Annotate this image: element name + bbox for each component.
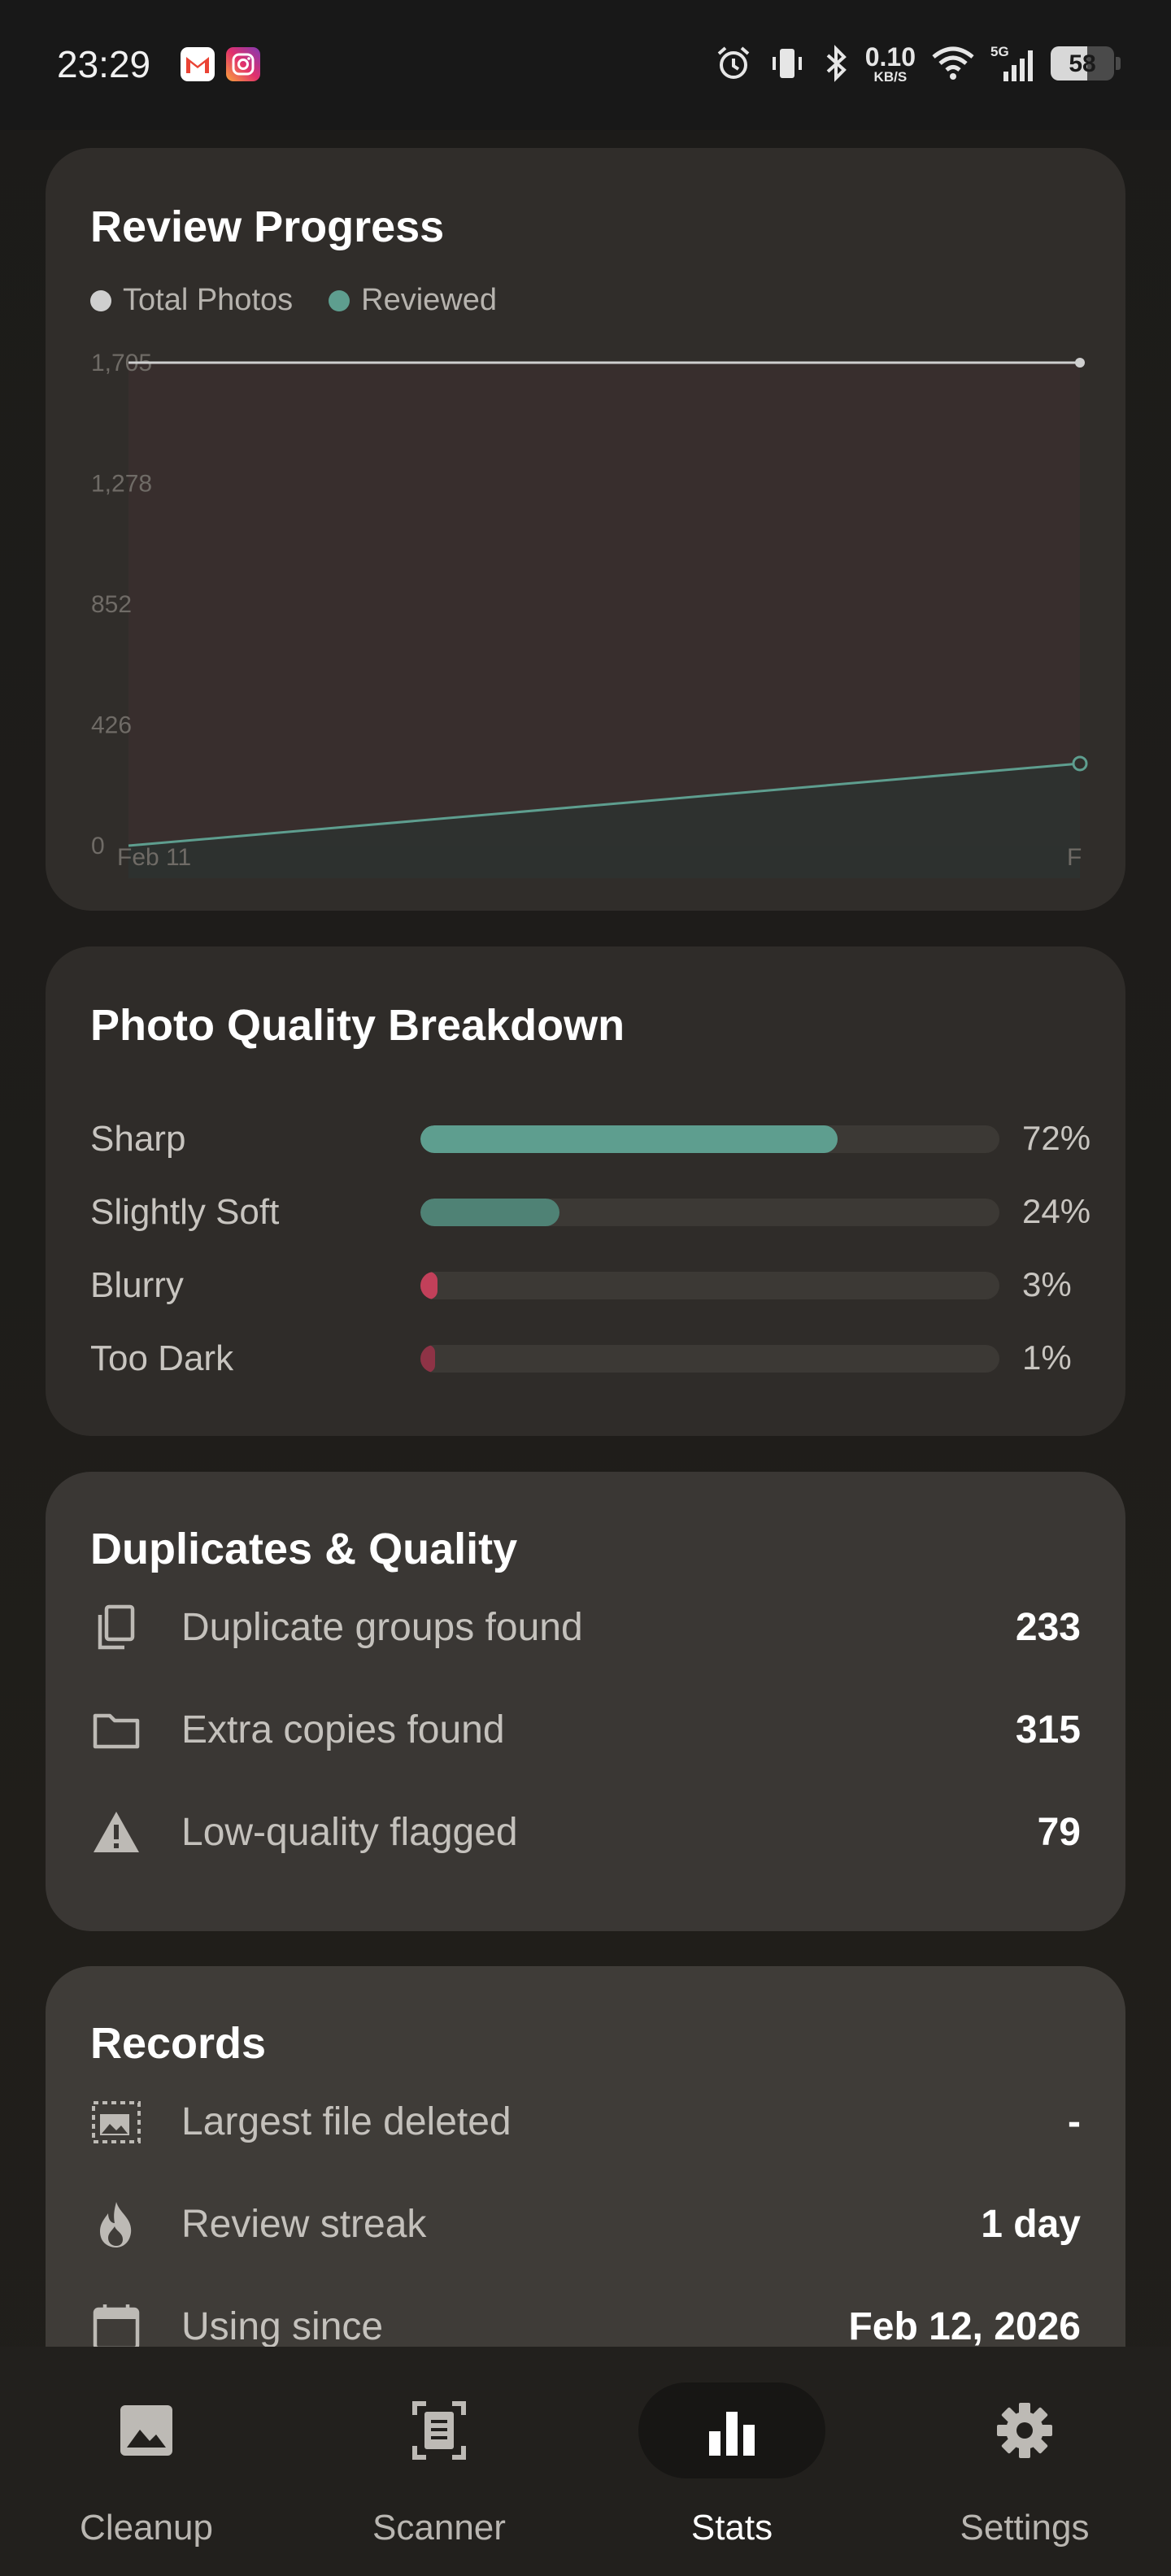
duplicates-card: Duplicates & Quality Duplicate groups fo…: [46, 1472, 1125, 1931]
nav-item-scanner[interactable]: Scanner: [293, 2347, 586, 2576]
quality-bar-track: [420, 1125, 999, 1153]
review-progress-chart: 1,7051,2788524260 Feb 11 F: [91, 350, 1088, 878]
y-tick-label: 426: [91, 712, 132, 739]
quality-bar-fill: [420, 1345, 435, 1373]
net-speed: 0.10 KB/S: [865, 44, 916, 84]
net-speed-unit: KB/S: [873, 68, 908, 85]
quality-label: Sharp: [90, 1119, 186, 1159]
wifi-icon: [932, 46, 974, 80]
stat-value: -: [1068, 2100, 1081, 2143]
gmail-icon: [181, 47, 215, 81]
image-frame-icon: [92, 2101, 141, 2143]
stat-label: Low-quality flagged: [181, 1811, 518, 1854]
quality-row-slightly-soft: Slightly Soft 24%: [90, 1186, 1090, 1234]
quality-bar-fill: [420, 1199, 559, 1226]
instagram-icon: [226, 47, 260, 81]
y-tick-label: 852: [91, 591, 132, 618]
nav-item-cleanup[interactable]: Cleanup: [0, 2347, 293, 2576]
stat-value: 233: [1015, 1606, 1081, 1649]
alarm-icon: [717, 46, 750, 79]
bottom-navigation: Cleanup Scanner Stats Settings: [0, 2347, 1171, 2576]
stat-value: 315: [1015, 1708, 1081, 1751]
quality-bar-fill: [420, 1272, 438, 1299]
stat-row-extra-copies[interactable]: Extra copies found 315: [90, 1696, 1081, 1761]
quality-row-too-dark: Too Dark 1%: [90, 1332, 1090, 1381]
quality-percent: 72%: [1022, 1119, 1091, 1157]
signal-icon: 5G: [990, 44, 1036, 83]
quality-percent: 3%: [1022, 1265, 1072, 1303]
records-title: Records: [90, 2019, 267, 2068]
image-icon: [120, 2405, 172, 2456]
net-speed-value: 0.10: [864, 41, 916, 72]
stat-value: 79: [1037, 1811, 1081, 1854]
gear-icon: [997, 2403, 1052, 2458]
quality-label: Blurry: [90, 1265, 184, 1305]
battery-percent: 58: [1069, 50, 1096, 77]
stat-label: Review streak: [181, 2203, 427, 2246]
quality-breakdown-title: Photo Quality Breakdown: [90, 1001, 625, 1050]
quality-bar-fill: [420, 1125, 838, 1153]
review-progress-card: Review Progress Total Photos Reviewed 1,…: [46, 148, 1125, 911]
nav-label: Cleanup: [80, 2508, 213, 2548]
quality-percent: 24%: [1022, 1192, 1091, 1230]
stat-label: Largest file deleted: [181, 2100, 511, 2143]
stat-row-largest-file[interactable]: Largest file deleted -: [90, 2088, 1081, 2153]
stat-row-low-quality[interactable]: Low-quality flagged 79: [90, 1799, 1081, 1864]
stat-label: Extra copies found: [181, 1708, 505, 1751]
scanner-icon: [412, 2401, 466, 2460]
flame-icon: [100, 2202, 132, 2247]
copy-icon: [98, 1604, 135, 1650]
quality-bar-track: [420, 1199, 999, 1226]
data-point-total-photos: [1075, 358, 1085, 368]
x-tick-label: Feb 11: [117, 844, 191, 871]
nav-label: Scanner: [372, 2508, 506, 2548]
stat-row-duplicate-groups[interactable]: Duplicate groups found 233: [90, 1594, 1081, 1659]
nav-label: Stats: [690, 2508, 773, 2548]
battery-icon: 58: [1051, 46, 1121, 80]
nav-item-stats[interactable]: Stats: [586, 2347, 878, 2576]
nav-label: Settings: [960, 2508, 1090, 2548]
quality-label: Slightly Soft: [90, 1192, 280, 1232]
nav-item-settings[interactable]: Settings: [878, 2347, 1171, 2576]
quality-percent: 1%: [1022, 1338, 1072, 1377]
folder-icon: [93, 1713, 140, 1749]
vibrate-icon: [772, 49, 802, 78]
stat-label: Using since: [181, 2305, 384, 2348]
duplicates-title: Duplicates & Quality: [90, 1525, 518, 1573]
stat-row-review-streak[interactable]: Review streak 1 day: [90, 2191, 1081, 2256]
quality-bar-track: [420, 1272, 999, 1299]
area-total-photos: [128, 363, 1080, 846]
quality-label: Too Dark: [90, 1338, 234, 1378]
quality-bar-track: [420, 1345, 999, 1373]
quality-breakdown-card: Photo Quality Breakdown Sharp 72% Slight…: [46, 946, 1125, 1436]
warning-icon: [94, 1812, 139, 1852]
stats-screen: 23:29 0.10 KB/S 5G 58 Review Progress To…: [0, 0, 1171, 2576]
quality-row-sharp: Sharp 72%: [90, 1112, 1090, 1161]
quality-row-blurry: Blurry 3%: [90, 1259, 1090, 1308]
calendar-icon: [93, 2304, 140, 2351]
status-icons: 0.10 KB/S 5G 58: [714, 39, 1121, 88]
y-tick-label: 1,278: [91, 471, 152, 498]
data-point-reviewed: [1072, 755, 1088, 772]
stat-label: Duplicate groups found: [181, 1606, 583, 1649]
stat-value: 1 day: [981, 2203, 1081, 2246]
status-time: 23:29: [57, 43, 151, 85]
stat-value: Feb 12, 2026: [848, 2305, 1081, 2348]
bluetooth-icon: [826, 45, 847, 82]
status-bar: 23:29 0.10 KB/S 5G 58: [0, 0, 1171, 130]
y-tick-label: 0: [91, 833, 105, 859]
bar-chart-icon: [709, 2412, 755, 2456]
x-tick-label: F: [1067, 844, 1082, 871]
